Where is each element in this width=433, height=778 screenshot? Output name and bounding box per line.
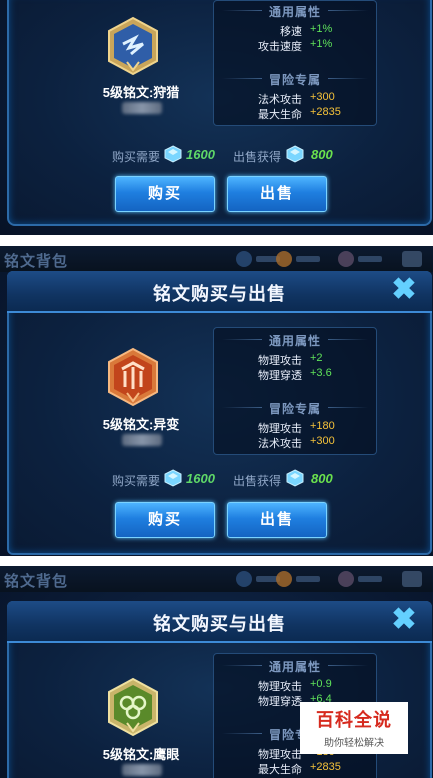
attr-row: 移速 +1% [280, 23, 333, 38]
buy-price: 1600 [186, 471, 215, 486]
adventure-attr-header: 冒险专属 [214, 400, 376, 417]
panel-mutation: 铭文背包 铭文购买与出售 ✖ 5级铭文:异变 通用属性 物理攻击 +2 物理穿透 +… [0, 246, 433, 556]
attr-row: 物理攻击+180 [258, 420, 335, 435]
attr-row: 物理攻击 +0.9 [258, 678, 332, 693]
sell-price: 800 [311, 471, 333, 486]
attr-row: 攻击速度 +1% [258, 38, 333, 53]
inscription-hawkeye-icon [108, 677, 158, 737]
blue-crystal-icon [164, 145, 182, 163]
inscription-name: 5级铭文:狩猎 [102, 85, 180, 100]
close-icon[interactable]: ✖ [382, 603, 426, 637]
dialog-title: 铭文购买与出售 [153, 614, 286, 634]
dialog-title: 铭文购买与出售 [153, 284, 286, 304]
panel-hunt: 5级铭文:狩猎 通用属性 移速 +1% 攻击速度 +1% 冒险专属 法术攻击 +300… [0, 0, 433, 235]
adventure-attr-header: 冒险专属 [214, 71, 376, 88]
buy-price: 1600 [186, 147, 215, 162]
inscription-hunt-icon [108, 16, 158, 76]
inscription-dialog: 5级铭文:狩猎 通用属性 移速 +1% 攻击速度 +1% 冒险专属 法术攻击 +300… [7, 0, 432, 226]
bag-tab-icon [276, 571, 292, 587]
watermark-slogan: 助你轻松解决 [324, 738, 384, 749]
bag-tab-icon [402, 571, 422, 587]
blue-crystal-icon [164, 469, 182, 487]
blue-crystal-icon [286, 145, 304, 163]
common-attr-header: 通用属性 [214, 658, 376, 675]
common-attr-header: 通用属性 [214, 3, 376, 20]
close-icon[interactable]: ✖ [382, 273, 426, 307]
bag-tab-icon [338, 251, 354, 267]
attribute-box: 通用属性 物理攻击 +2 物理穿透 +3.6 冒险专属 物理攻击 +180 法术攻击 +… [213, 327, 377, 455]
buy-button[interactable]: 购买 [115, 502, 215, 538]
blurred-text [122, 764, 162, 776]
inscription-name: 5级铭文:鹰眼 [102, 747, 180, 762]
attr-row: 物理穿透 +3.6 [258, 367, 332, 382]
blurred-text [122, 434, 162, 446]
background-bag-bar: 铭文背包 [0, 566, 433, 592]
sell-gain-label: 出售获得 [233, 150, 282, 164]
sell-button[interactable]: 出售 [227, 176, 327, 212]
bag-tab-icon [402, 251, 422, 267]
dialog-titlebar: 铭文购买与出售 ✖ [7, 271, 432, 313]
sell-button[interactable]: 出售 [227, 502, 327, 538]
bag-tab-icon [338, 571, 354, 587]
sell-gain-label: 出售获得 [233, 474, 282, 488]
buy-cost-label: 购买需要 [112, 150, 161, 164]
buy-cost-label: 购买需要 [112, 474, 161, 488]
buy-button[interactable]: 购买 [115, 176, 215, 212]
brand-watermark: 百科全说 助你轻松解决 [300, 702, 408, 754]
price-line: 购买需要 1600 出售获得 800 [0, 469, 433, 489]
dialog-titlebar: 铭文购买与出售 ✖ [7, 601, 432, 643]
blue-crystal-icon [286, 469, 304, 487]
bag-tab-icon [276, 251, 292, 267]
attr-row: 最大生命 +2835 [258, 761, 341, 776]
watermark-brand: 百科全说 [316, 710, 392, 730]
price-line: 购买需要 1600 出售获得 800 [0, 145, 433, 165]
bag-title: 铭文背包 [4, 573, 69, 590]
inscription-dialog: 铭文购买与出售 ✖ 5级铭文:异变 通用属性 物理攻击 +2 物理穿透 +3.6 冒… [7, 271, 432, 555]
sell-price: 800 [311, 147, 333, 162]
bag-tab-icon [236, 571, 252, 587]
attr-row: 法术攻击 +300 [258, 435, 335, 450]
background-bag-bar: 铭文背包 [0, 246, 433, 272]
bag-tab-icon [236, 251, 252, 267]
blurred-text [122, 102, 162, 114]
inscription-name: 5级铭文:异变 [102, 417, 180, 432]
attr-row: 最大生命 +2835 [258, 106, 341, 121]
attribute-box: 通用属性 移速 +1% 攻击速度 +1% 冒险专属 法术攻击 +300 最大生命 +28… [213, 0, 377, 126]
inscription-mutation-icon [108, 347, 158, 407]
attr-row: 法术攻击 +300 [258, 91, 335, 106]
common-attr-header: 通用属性 [214, 332, 376, 349]
attr-row: 物理攻击 +2 [258, 352, 323, 367]
bag-title: 铭文背包 [4, 253, 69, 270]
